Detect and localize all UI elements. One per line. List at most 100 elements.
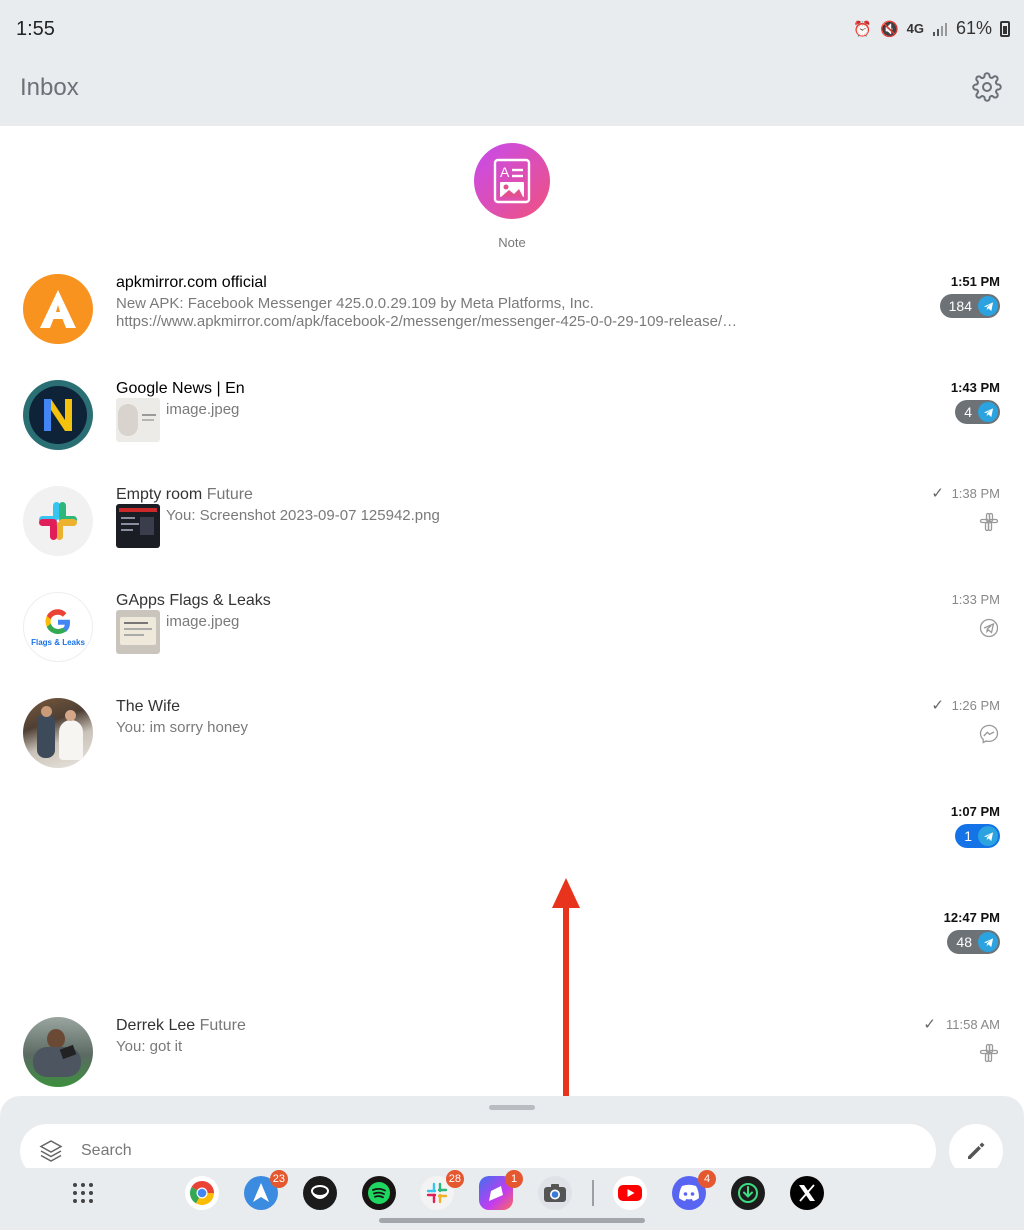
notification-badge: 28 (445, 1170, 464, 1188)
conversation-row[interactable]: Empty room Future You: Screenshot 2023-0… (0, 482, 1024, 588)
conversation-preview: image.jpeg (166, 401, 240, 418)
unread-count: 1 (964, 828, 972, 844)
conversation-name: Empty room Future (116, 486, 253, 504)
telegram-icon (979, 618, 999, 638)
status-time: 1:55 (16, 18, 55, 40)
conversation-row[interactable]: 1:07 PM 1 (0, 800, 1024, 906)
status-bar: 1:55 ⏰ 🔇 4G 61% (0, 0, 1024, 58)
slack-logo-icon (39, 502, 77, 540)
conversation-row[interactable]: Google News | En image.jpeg 1:43 PM 4 (0, 376, 1024, 482)
conversation-name-text: Empty room (116, 486, 203, 503)
sent-check-icon: ✓ (923, 1016, 936, 1033)
app-dock: 23 28 1 4 (0, 1168, 1024, 1230)
conversation-time: 1:51 PM (950, 274, 1000, 289)
unread-count: 48 (956, 934, 972, 950)
avatar: Flags & Leaks (23, 592, 93, 662)
app-header: Inbox (0, 58, 1024, 126)
conversation-name: GApps Flags & Leaks (116, 592, 271, 609)
unread-badge: 184 (939, 294, 1000, 318)
note-label: Note (498, 235, 526, 250)
slack-app-icon[interactable]: 28 (420, 1170, 464, 1210)
note-image-icon: A (474, 143, 550, 219)
conversation-name: Google News | En (116, 380, 245, 397)
gear-icon[interactable] (972, 72, 1002, 102)
svg-text:A: A (500, 164, 510, 180)
conversation-time: 11:58 AM (946, 1017, 1000, 1032)
camera-icon[interactable] (538, 1176, 572, 1210)
note-button[interactable]: A Note (474, 143, 550, 250)
telegram-icon (978, 402, 998, 422)
conversation-preview: You: got it (116, 1038, 183, 1055)
google-g-icon (45, 609, 71, 635)
unread-badge: 1 (955, 824, 1000, 848)
conversation-preview: image.jpeg (166, 613, 240, 630)
layers-icon[interactable] (38, 1138, 64, 1164)
slack-icon (979, 1043, 999, 1063)
image-thumbnail (116, 504, 160, 548)
telegram-icon (978, 826, 998, 846)
notification-badge: 4 (698, 1170, 716, 1188)
notification-badge: 1 (505, 1170, 523, 1188)
beeper-icon[interactable] (303, 1176, 337, 1210)
conversation-row[interactable]: The Wife You: im sorry honey ✓ 1:26 PM (0, 694, 1024, 800)
network-label: 4G (906, 21, 924, 36)
image-thumbnail (116, 398, 160, 442)
spotify-icon[interactable] (362, 1176, 396, 1210)
telegram-icon (978, 296, 998, 316)
red-arrow-annotation (552, 878, 580, 1114)
messenger-icon (979, 724, 999, 744)
conversation-name: apkmirror.com official (116, 274, 267, 291)
status-icons: ⏰ 🔇 4G 61% (853, 18, 1010, 39)
discord-icon[interactable]: 4 (672, 1170, 716, 1210)
spark-mail-icon[interactable]: 23 (244, 1170, 288, 1210)
telegram-icon (978, 932, 998, 952)
preview-line: New APK: Facebook Messenger 425.0.0.29.1… (116, 295, 594, 312)
avatar (23, 1017, 93, 1087)
sent-check-icon: ✓ (931, 485, 944, 502)
chrome-icon[interactable] (185, 1176, 219, 1210)
conversation-time: 1:38 PM (951, 486, 1000, 501)
messenger-app-icon[interactable]: 1 (479, 1170, 523, 1210)
dock-divider (592, 1180, 594, 1206)
conversation-time: 1:07 PM (950, 804, 1000, 819)
gesture-nav-bar[interactable] (379, 1218, 645, 1223)
download-manager-icon[interactable] (731, 1176, 765, 1210)
conversation-time: 1:26 PM (951, 698, 1000, 713)
conversation-time: 1:33 PM (951, 592, 1000, 607)
signal-icon (932, 22, 947, 36)
conversation-preview: You: im sorry honey (116, 719, 249, 736)
mute-icon: 🔇 (879, 20, 899, 38)
avatar-text: Flags & Leaks (31, 638, 85, 647)
pencil-icon (968, 1142, 985, 1159)
avatar (23, 274, 93, 344)
conversation-preview: New APK: Facebook Messenger 425.0.0.29.1… (116, 295, 756, 331)
page-title: Inbox (20, 74, 79, 101)
avatar (23, 698, 93, 768)
drag-handle[interactable] (489, 1105, 535, 1110)
slack-icon (979, 512, 999, 532)
conversation-name-text: Derrek Lee (116, 1017, 196, 1034)
conversation-row[interactable]: 12:47 PM 48 (0, 906, 1024, 1012)
preview-line: https://www.apkmirror.com/apk/facebook-2… (116, 313, 738, 330)
search-input[interactable]: Search (81, 1142, 132, 1160)
unread-badge: 4 (955, 400, 1000, 424)
unread-count: 184 (948, 298, 972, 314)
conversation-row[interactable]: apkmirror.com official New APK: Facebook… (0, 270, 1024, 376)
battery-icon (1000, 20, 1010, 37)
conversation-name: The Wife (116, 698, 181, 715)
battery-percent: 61% (955, 18, 992, 38)
youtube-icon[interactable] (613, 1176, 647, 1210)
network-tag: Future (206, 486, 253, 503)
sent-check-icon: ✓ (931, 697, 944, 714)
avatar (23, 380, 93, 450)
image-thumbnail (116, 610, 160, 654)
alarm-icon: ⏰ (853, 20, 872, 38)
avatar (23, 486, 93, 556)
conversation-row[interactable]: Flags & Leaks GApps Flags & Leaks image.… (0, 588, 1024, 694)
conversation-preview: You: Screenshot 2023-09-07 125942.png (166, 507, 440, 524)
conversation-time: 12:47 PM (943, 910, 1000, 925)
unread-count: 4 (964, 404, 972, 420)
app-drawer-icon[interactable] (66, 1176, 100, 1210)
x-icon[interactable] (790, 1176, 824, 1210)
notification-badge: 23 (269, 1170, 288, 1188)
